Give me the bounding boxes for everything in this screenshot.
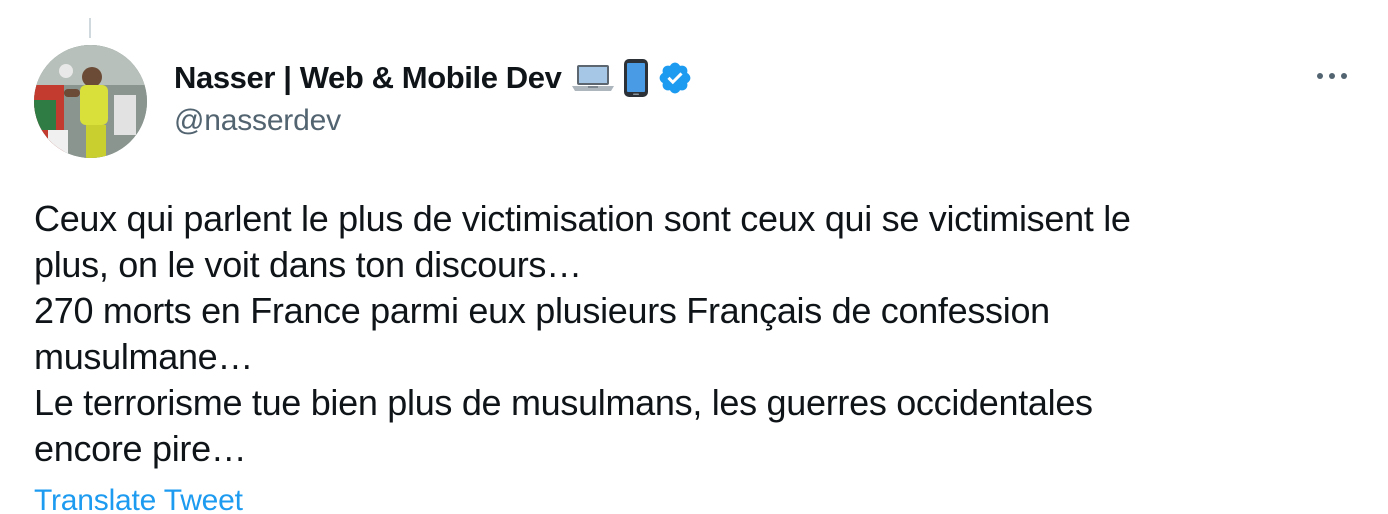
more-options-icon[interactable] (1312, 64, 1352, 88)
tweet-text-line: 270 morts en France parmi eux plusieurs … (34, 290, 1050, 331)
translate-tweet-link[interactable]: Translate Tweet (34, 484, 243, 514)
tweet-text-line: encore pire… (34, 428, 247, 469)
tweet-text: Ceux qui parlent le plus de victimisatio… (34, 196, 1354, 472)
avatar[interactable] (34, 45, 147, 158)
author-name-row[interactable]: Nasser | Web & Mobile Dev (174, 56, 693, 100)
avatar-image (34, 45, 147, 158)
tweet-text-line: Ceux qui parlent le plus de victimisatio… (34, 198, 1131, 239)
tweet-text-line: plus, on le voit dans ton discours… (34, 244, 582, 285)
mobile-phone-emoji-icon (623, 58, 649, 98)
thread-connector-line (89, 18, 91, 38)
laptop-emoji-icon (571, 63, 615, 93)
verified-badge-icon (657, 60, 693, 96)
tweet-text-line: Le terrorisme tue bien plus de musulmans… (34, 382, 1093, 423)
tweet-text-line: musulmane… (34, 336, 254, 377)
author-display-name[interactable]: Nasser | Web & Mobile Dev (174, 60, 562, 96)
author-handle[interactable]: @nasserdev (174, 104, 341, 138)
